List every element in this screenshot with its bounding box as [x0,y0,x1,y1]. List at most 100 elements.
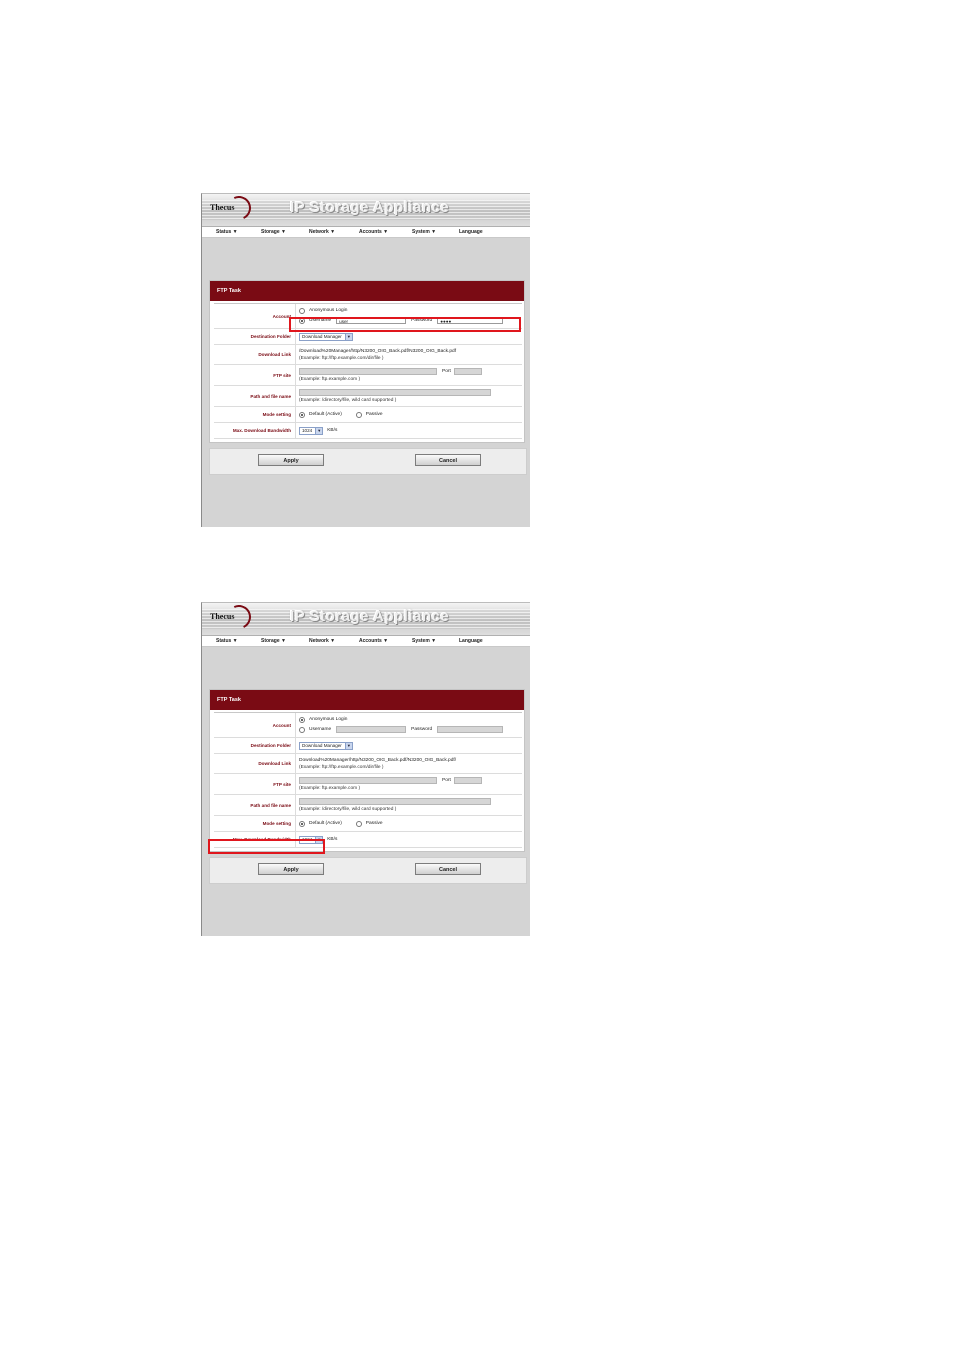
path-example: (Example: /directory/file, wild card sup… [299,398,397,403]
label-path: Path and file name [214,795,296,815]
menu-language[interactable]: Language [459,638,483,644]
password-input[interactable]: ●●●● [437,317,504,324]
ftp-task-form: Account Anonymous Login Username Passwor… [214,712,522,848]
path-example: (Example: /directory/file, wild card sup… [299,807,397,812]
label-bandwidth: Max. Download Bandwidth [214,832,296,847]
row-bandwidth: Max. Download Bandwidth 1024 ▼ KB/s [214,423,522,439]
label-ftp-site: FTP site [214,774,296,794]
row-mode: Mode setting Default (Active) Passive [214,407,522,423]
app-title: IP Storage Appliance [290,608,450,625]
ftp-site-input[interactable] [299,777,437,784]
anonymous-radio[interactable] [299,307,305,314]
bandwidth-unit: KB/s [327,837,338,842]
anonymous-label: Anonymous Login [309,717,348,722]
row-path: Path and file name (Example: /directory/… [214,795,522,816]
path-input[interactable] [299,798,491,805]
button-bar: Apply Cancel [209,857,527,884]
port-input[interactable] [453,777,482,784]
mode-default-label: Default (Active) [309,821,342,826]
menu-accounts[interactable]: Accounts ▼ [359,229,388,235]
panel-title: FTP Task [210,281,524,301]
menu-accounts[interactable]: Accounts ▼ [359,638,388,644]
port-label: Port [442,369,451,374]
ftp-task-form: Account Anonymous Login Username user Pa… [214,303,522,439]
label-account: Account [214,713,296,737]
anonymous-label: Anonymous Login [309,308,348,313]
mode-default-radio[interactable] [299,411,305,418]
username-input[interactable]: user [336,317,407,324]
mode-default-radio[interactable] [299,820,305,827]
label-destination: Destination Folder [214,738,296,753]
chevron-down-icon: ▼ [315,836,323,843]
anonymous-radio[interactable] [299,716,305,723]
label-path: Path and file name [214,386,296,406]
port-input[interactable] [453,368,482,375]
screenshot-username-login: Thecus IP Storage Appliance Status ▼ Sto… [201,193,530,527]
destination-value: Download Manager [302,334,342,339]
ftp-task-panel: FTP Task Account Anonymous Login Usernam… [209,689,525,852]
cancel-button[interactable]: Cancel [415,863,481,875]
bandwidth-value: 1024 [302,428,313,433]
label-destination: Destination Folder [214,329,296,344]
download-link-input[interactable]: Download%20Manager/http/N3200_OIG_Back.p… [299,758,456,763]
menu-network[interactable]: Network ▼ [309,229,335,235]
label-mode: Mode setting [214,407,296,422]
username-radio[interactable] [299,726,305,733]
mode-passive-radio[interactable] [355,411,362,418]
cancel-button[interactable]: Cancel [415,454,481,466]
download-link-example: (Example: ftp://ftp.example.com/dir/file… [299,765,384,770]
menu-language[interactable]: Language [459,229,483,235]
username-input[interactable] [336,726,407,733]
row-account: Account Anonymous Login Username user Pa… [214,304,522,329]
screenshot-bandwidth-setting: Thecus IP Storage Appliance Status ▼ Sto… [201,602,530,936]
ftp-task-panel: FTP Task Account Anonymous Login Usernam… [209,280,525,443]
destination-select[interactable]: Download Manager ▼ [299,332,353,341]
row-path: Path and file name (Example: /directory/… [214,386,522,407]
app-header: Thecus IP Storage Appliance [202,194,530,227]
menu-system[interactable]: System ▼ [412,229,436,235]
chevron-down-icon: ▼ [315,427,323,434]
destination-select[interactable]: Download Manager ▼ [299,741,353,750]
bandwidth-select[interactable]: 1024 ▼ [299,835,324,844]
path-input[interactable] [299,389,491,396]
label-download-link: Download Link [214,754,296,773]
menu-storage[interactable]: Storage ▼ [261,229,286,235]
username-radio[interactable] [299,317,305,324]
chevron-down-icon: ▼ [344,742,352,749]
download-link-example: (Example: ftp://ftp.example.com/dir/file… [299,356,384,361]
label-download-link: Download Link [214,345,296,364]
password-label: Password [411,727,433,732]
menu-network[interactable]: Network ▼ [309,638,335,644]
download-link-input[interactable]: /Download%20Manager/http/N3200_OIG_Back.… [299,349,456,354]
apply-button[interactable]: Apply [258,863,324,875]
row-ftp-site: FTP site Port (Example: ftp.example.com … [214,365,522,386]
row-destination: Destination Folder Download Manager ▼ [214,329,522,345]
bandwidth-select[interactable]: 1024 ▼ [299,426,324,435]
username-label: Username [309,318,332,323]
row-download-link: Download Link Download%20Manager/http/N3… [214,754,522,774]
port-label: Port [442,778,451,783]
mode-default-label: Default (Active) [309,412,342,417]
button-bar: Apply Cancel [209,448,527,475]
main-menu: Status ▼ Storage ▼ Network ▼ Accounts ▼ … [202,636,530,647]
panel-title: FTP Task [210,690,524,710]
row-mode: Mode setting Default (Active) Passive [214,816,522,832]
row-account: Account Anonymous Login Username Passwor… [214,713,522,738]
label-bandwidth: Max. Download Bandwidth [214,423,296,438]
menu-system[interactable]: System ▼ [412,638,436,644]
destination-value: Download Manager [302,743,342,748]
menu-storage[interactable]: Storage ▼ [261,638,286,644]
mode-passive-radio[interactable] [355,820,362,827]
row-ftp-site: FTP site Port (Example: ftp.example.com … [214,774,522,795]
apply-button[interactable]: Apply [258,454,324,466]
main-menu: Status ▼ Storage ▼ Network ▼ Accounts ▼ … [202,227,530,238]
username-label: Username [309,727,332,732]
row-download-link: Download Link /Download%20Manager/http/N… [214,345,522,365]
menu-status[interactable]: Status ▼ [216,229,238,235]
menu-status[interactable]: Status ▼ [216,638,238,644]
ftp-site-input[interactable] [299,368,437,375]
ftp-site-example: (Example: ftp.example.com ) [299,377,361,382]
chevron-down-icon: ▼ [344,333,352,340]
password-input[interactable] [437,726,504,733]
label-account: Account [214,304,296,328]
